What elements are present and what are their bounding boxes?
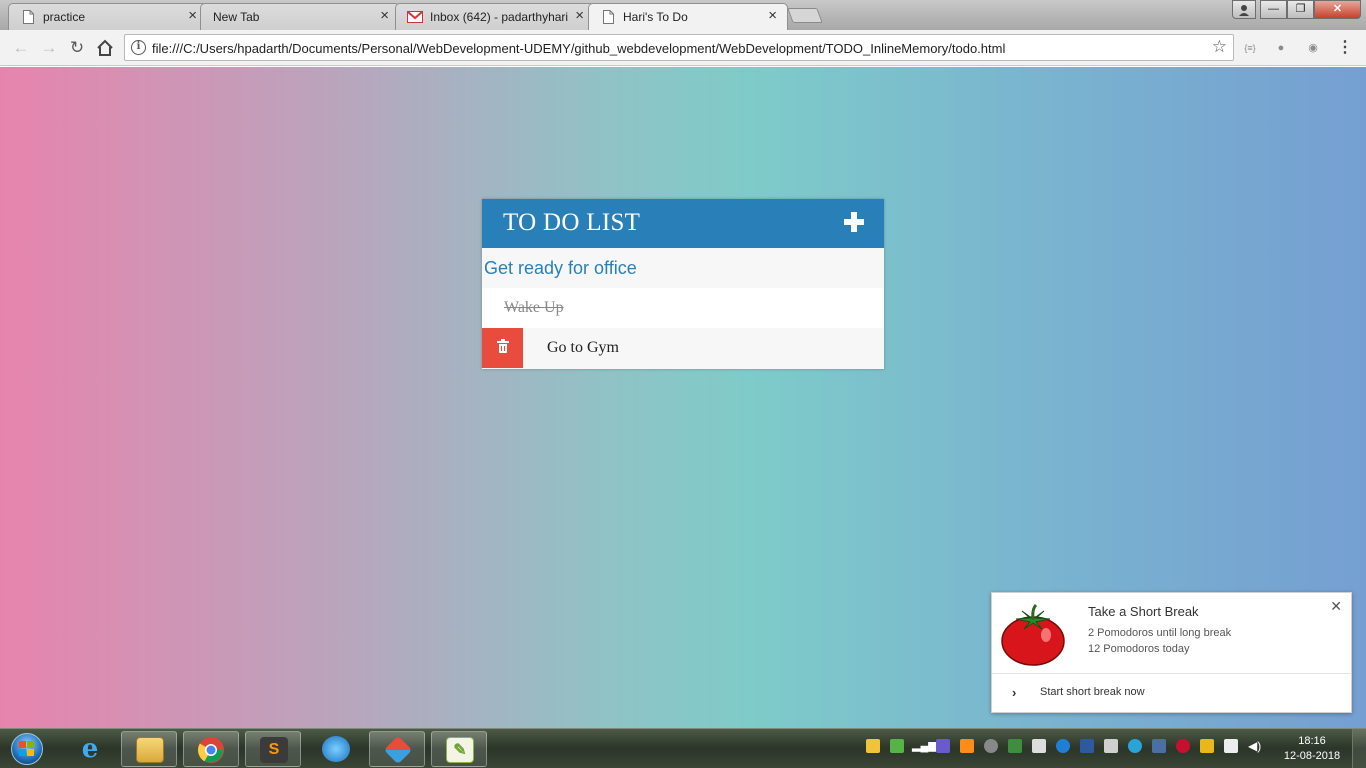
taskbar-internet-explorer[interactable]: e [62,731,118,767]
clock-time: 18:16 [1298,735,1326,747]
info-icon[interactable]: i [131,40,146,55]
maximize-button[interactable]: ❐ [1287,0,1314,19]
globe-icon[interactable] [1056,739,1070,753]
trash-icon [497,339,509,354]
tab-label: practice [43,10,86,24]
extension-json-icon[interactable]: {≡} [1242,40,1258,56]
folder-icon [136,737,164,763]
taskbar-app-blue[interactable] [308,731,364,767]
notification-title: Take a Short Break [1088,604,1199,619]
reload-button[interactable]: ↻ [66,37,88,59]
new-tab-button[interactable] [787,8,823,23]
diamond-app-icon [383,735,413,765]
clock-date: 12-08-2018 [1283,750,1341,762]
tab-new-tab[interactable]: New Tab × [200,3,400,30]
todo-title: TO DO LIST [503,209,641,236]
close-icon[interactable]: ✕ [1330,598,1342,615]
window-close-button[interactable]: ✕ [1314,0,1361,19]
extension-circle-icon[interactable]: ◉ [1305,40,1321,56]
record-icon[interactable] [1176,739,1190,753]
taskbar-sublime-text[interactable]: S [245,731,301,767]
gmail-icon [407,11,423,23]
windows-taskbar: e S ✎ ▂▄▆ ◀) 18:16 12-08-2018 [0,728,1366,768]
close-icon[interactable]: × [768,8,777,24]
app-blue-icon [322,736,350,762]
sync-icon[interactable] [984,739,998,753]
pen-icon[interactable] [1080,739,1094,753]
forward-button[interactable]: → [38,37,60,59]
windows-logo-icon [19,741,35,757]
close-icon[interactable]: × [380,8,389,24]
notification-message: 2 Pomodoros until long break [1088,627,1232,639]
wired-network-icon[interactable] [1152,739,1166,753]
todo-item-text: Go to Gym [547,339,619,356]
taskbar-app-diamond[interactable] [369,731,425,767]
chrome-icon [198,737,224,763]
user-icon [1239,5,1249,16]
extension-tomato-icon[interactable]: ● [1273,40,1289,56]
printer-icon[interactable] [1104,739,1118,753]
lock-icon[interactable] [1200,739,1214,753]
start-short-break-button[interactable]: › Start short break now [992,674,1351,712]
tab-haris-todo[interactable]: Hari's To Do × [588,3,788,30]
volume-icon[interactable]: ◀) [1248,739,1262,753]
browser-toolbar: ← → ↻ i file:///C:/Users/hpadarth/Docume… [0,30,1366,66]
star-icon[interactable]: ☆ [1212,37,1227,57]
todo-container: TO DO LIST Wake Up Go to Gym [482,199,884,369]
close-icon[interactable]: × [188,8,197,24]
tab-practice[interactable]: practice × [8,3,208,30]
reload-icon: ↻ [69,38,85,57]
minimize-button[interactable]: — [1260,0,1287,19]
network-icon[interactable] [1128,739,1142,753]
start-button[interactable] [4,731,50,767]
close-icon[interactable]: × [575,8,584,24]
system-tray: ▂▄▆ ◀) [862,737,1274,757]
sublime-text-icon: S [260,737,288,763]
todo-item[interactable]: Go to Gym [482,328,884,368]
back-button[interactable]: ← [10,37,32,59]
tomato-icon [1001,603,1065,666]
home-button[interactable] [94,37,116,59]
page-icon [603,10,614,24]
show-desktop-button[interactable] [1352,729,1366,768]
arrow-left-icon: ← [12,38,30,57]
pomodoro-notification: Take a Short Break 2 Pomodoros until lon… [991,592,1352,713]
shield-icon[interactable] [890,739,904,753]
arrow-right-icon: → [40,38,58,57]
wifi-tray-icon[interactable] [1008,739,1022,753]
plus-icon[interactable] [844,212,864,232]
notification-message: 12 Pomodoros today [1088,643,1190,655]
url-text[interactable]: file:///C:/Users/hpadarth/Documents/Pers… [152,41,1005,56]
todo-item[interactable]: Wake Up [482,288,884,328]
chevron-right-icon: › [1012,685,1017,700]
new-todo-input[interactable] [482,248,884,288]
page-icon [23,10,34,24]
usb-icon[interactable] [1224,739,1238,753]
notification-action-label: Start short break now [1040,686,1145,698]
security-icon[interactable] [866,739,880,753]
clock[interactable]: 18:16 12-08-2018 [1281,734,1343,764]
taskbar-notepad-plus[interactable]: ✎ [431,731,487,767]
todo-item-text: Wake Up [504,299,564,316]
delete-button[interactable] [482,328,523,368]
browser-tab-strip: practice × New Tab × Inbox (642) - padar… [0,0,1366,30]
todo-header: TO DO LIST [482,199,884,248]
tab-inbox[interactable]: Inbox (642) - padarthyhari × [395,3,595,30]
notepad-icon: ✎ [446,737,474,763]
home-icon [97,39,113,56]
internet-explorer-icon: e [81,734,99,764]
device-icon[interactable] [1032,739,1046,753]
address-bar[interactable]: i file:///C:/Users/hpadarth/Documents/Pe… [124,34,1234,61]
taskbar-file-explorer[interactable] [121,731,177,767]
tab-label: Inbox (642) - padarthyhari [430,10,568,24]
app-tray-icon[interactable] [936,739,950,753]
menu-icon[interactable]: ⋮ [1337,40,1353,56]
taskbar-chrome[interactable] [183,731,239,767]
profile-button[interactable] [1232,0,1256,19]
signal-icon[interactable]: ▂▄▆ [912,739,937,753]
tab-label: New Tab [213,10,260,24]
tab-label: Hari's To Do [623,10,688,24]
sublime-tray-icon[interactable] [960,739,974,753]
